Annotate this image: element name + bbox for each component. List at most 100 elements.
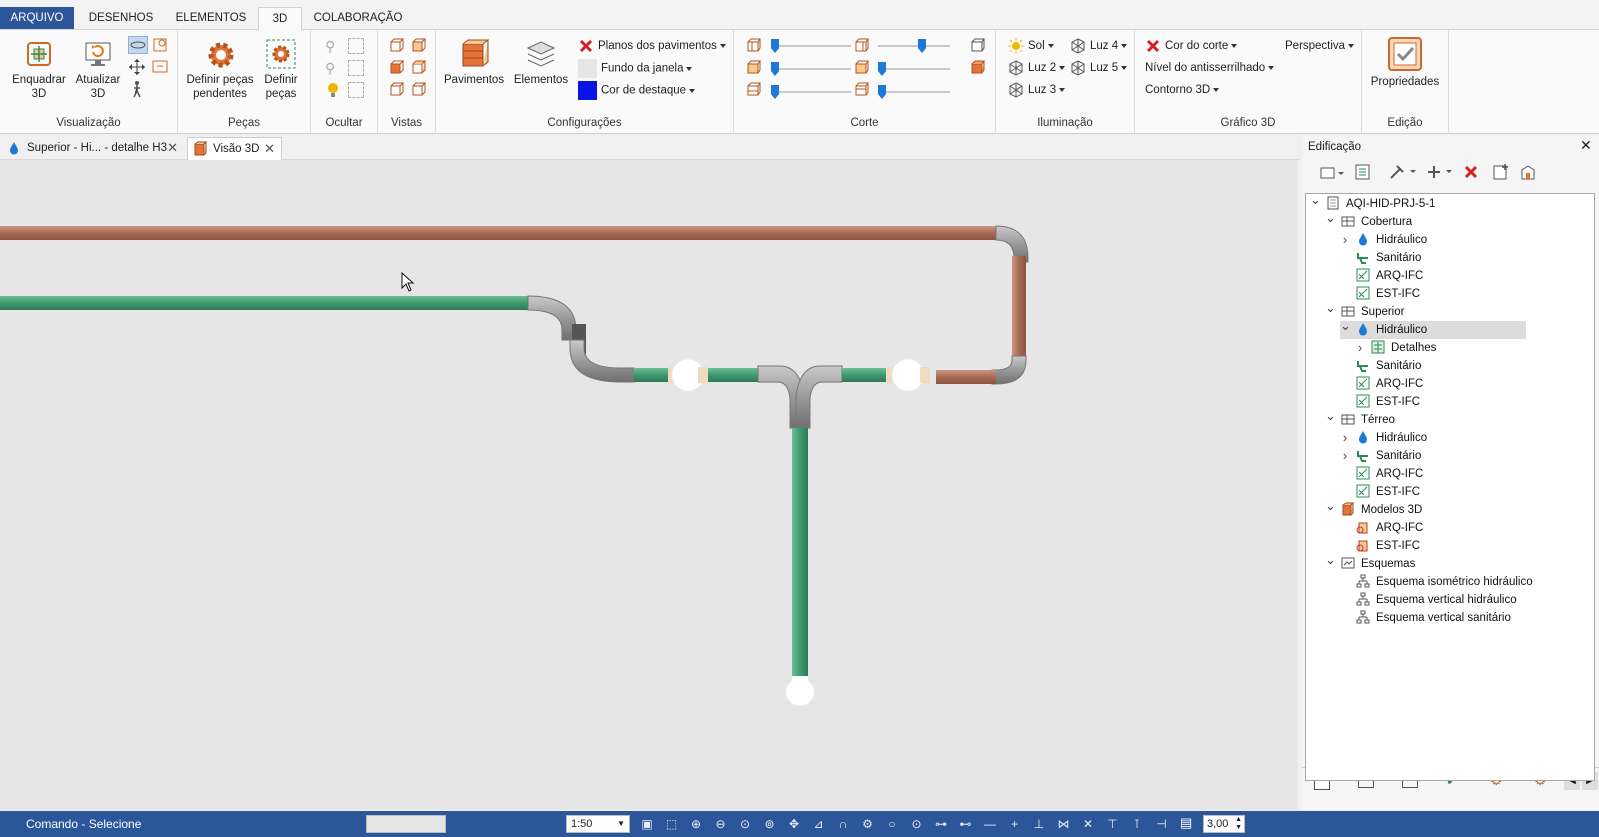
view-right-icon[interactable] [410, 59, 427, 78]
fundo-janela-dropdown[interactable]: Fundo da janela [578, 59, 693, 78]
command-input[interactable] [366, 815, 446, 833]
tree-item[interactable]: EST-IFC [1340, 483, 1420, 501]
planos-pavimentos-dropdown[interactable]: Planos dos pavimentos [578, 37, 726, 55]
tree-item[interactable]: ⌄ Esquemas [1325, 552, 1415, 573]
new-item-dropdown-icon[interactable] [1320, 165, 1346, 184]
atualizar-3d-button[interactable]: Atualizar 3D [70, 38, 126, 101]
tree-item[interactable]: ⌄ Térreo [1325, 408, 1395, 429]
propriedades-button[interactable]: Propriedades [1368, 36, 1442, 89]
elementos-button[interactable]: Elementos [510, 38, 572, 87]
chevron-down-icon[interactable]: ⌄ [1325, 299, 1336, 317]
delete-icon[interactable] [1464, 165, 1478, 182]
tree-item[interactable]: Esquema vertical hidráulico [1340, 591, 1517, 609]
tree-item[interactable]: ⌄ Cobertura [1325, 210, 1412, 231]
tree-item[interactable]: › Hidráulico [1340, 429, 1427, 447]
doc-tab-visao-3d[interactable]: Visão 3D ✕ [187, 137, 282, 160]
gray-elbow-1[interactable] [527, 295, 577, 341]
pipe-model[interactable] [0, 160, 1298, 810]
status-tool-icon[interactable]: ⚙ [861, 817, 875, 831]
hide-bulb-icon[interactable]: ⚲ [325, 38, 341, 54]
show-select-icon[interactable] [348, 60, 364, 76]
view-left-icon[interactable] [388, 59, 405, 78]
copper-pipe-bottom[interactable] [936, 370, 996, 384]
cut-y-min-slider[interactable] [771, 62, 851, 76]
status-tool-icon[interactable]: ⊿ [812, 817, 826, 831]
pan-icon[interactable] [128, 58, 146, 76]
close-icon[interactable]: ✕ [264, 138, 275, 160]
close-icon[interactable]: ✕ [1580, 137, 1592, 154]
view-top-icon[interactable] [388, 37, 405, 56]
register-valve-2[interactable] [891, 358, 925, 392]
enquadrar-3d-button[interactable]: Enquadrar 3D [6, 38, 72, 101]
tree-item[interactable]: › Hidráulico [1340, 231, 1427, 249]
scale-select[interactable]: 1:50 ▼ [566, 815, 630, 833]
line-weight-icon[interactable]: ▤ [1180, 815, 1192, 831]
green-pipe-top[interactable] [0, 296, 528, 310]
status-tool-icon[interactable]: + [1008, 817, 1022, 831]
chevron-right-icon[interactable]: › [1340, 231, 1350, 249]
add-node-icon[interactable] [1426, 163, 1454, 184]
orbit-icon[interactable] [128, 36, 148, 54]
luz5-dropdown[interactable]: Luz 5 [1070, 59, 1128, 77]
cut-y-max-slider[interactable] [878, 62, 950, 76]
export-icon[interactable] [1354, 163, 1372, 184]
tee-right-arm[interactable] [795, 365, 843, 429]
cut-x-max-slider[interactable] [878, 39, 950, 53]
tree-item[interactable]: ⌄ Superior [1325, 300, 1404, 321]
status-tool-icon[interactable]: ✕ [1081, 817, 1095, 831]
new-document-icon[interactable] [1492, 163, 1510, 184]
tree-item[interactable]: EST-IFC [1340, 285, 1420, 303]
green-pipe-segment-2[interactable] [708, 368, 758, 382]
cut-z-max-slider[interactable] [878, 85, 950, 99]
sol-dropdown[interactable]: Sol [1008, 37, 1054, 55]
definir-pecas-button[interactable]: Definir peças [258, 38, 304, 101]
view-iso-icon[interactable] [410, 81, 427, 100]
zoom-extents-icon[interactable] [151, 58, 169, 76]
tree-item[interactable]: ARQ-IFC [1340, 519, 1423, 537]
hide-select-icon[interactable] [348, 38, 364, 54]
cut-x-icon[interactable] [746, 37, 762, 56]
chevron-down-icon[interactable]: ⌄ [1325, 551, 1336, 569]
perspectiva-dropdown[interactable]: Perspectiva [1285, 37, 1355, 55]
status-tool-icon[interactable]: ⊣ [1155, 817, 1169, 831]
cut-z2-icon[interactable] [854, 81, 870, 100]
chevron-down-icon[interactable]: ⌄ [1340, 317, 1351, 335]
copper-elbow-bottom[interactable] [991, 355, 1027, 385]
contorno-3d-dropdown[interactable]: Contorno 3D [1145, 81, 1220, 99]
cut-y-icon[interactable] [746, 59, 762, 78]
cut-x-min-slider[interactable] [771, 39, 851, 53]
cor-corte-dropdown[interactable]: Cor do corte [1145, 37, 1238, 55]
cut-x2-icon[interactable] [854, 37, 870, 56]
tools-icon[interactable] [1388, 163, 1416, 184]
walk-icon[interactable] [128, 80, 146, 98]
status-tool-icon[interactable]: ⊷ [959, 817, 973, 831]
status-tool-icon[interactable]: ○ [885, 817, 899, 831]
3d-viewport[interactable] [0, 160, 1298, 810]
building-tree[interactable]: ⌄ AQI-HID-PRJ-5-1 ⌄ Cobertura › Hidráulico San… [1305, 192, 1595, 781]
status-tool-icon[interactable]: ⋈ [1057, 817, 1071, 831]
isolate-select-icon[interactable] [348, 82, 364, 98]
tab-arquivo[interactable]: ARQUIVO [0, 7, 74, 29]
doc-tab-superior[interactable]: Superior - Hi... - detalhe H3 ✕ [2, 137, 184, 160]
luz3-dropdown[interactable]: Luz 3 [1008, 81, 1066, 99]
cut-y2-icon[interactable] [854, 59, 870, 78]
green-pipe-segment-3[interactable] [842, 368, 886, 382]
green-pipe-segment-1[interactable] [634, 368, 668, 382]
tree-item[interactable]: ⌄ Hidráulico [1340, 318, 1526, 339]
status-tool-icon[interactable]: ✥ [787, 817, 801, 831]
tree-item[interactable]: Esquema isométrico hidráulico [1340, 573, 1533, 591]
status-tool-icon[interactable]: ▣ [640, 817, 654, 831]
tree-item[interactable]: Sanitário [1340, 249, 1421, 267]
lightbulb-icon[interactable] [325, 82, 341, 98]
copper-pipe-vertical[interactable] [1012, 256, 1026, 356]
luz2-dropdown[interactable]: Luz 2 [1008, 59, 1066, 77]
green-pipe-vertical[interactable] [792, 428, 808, 680]
status-tool-icon[interactable]: ⊕ [689, 817, 703, 831]
building-settings-icon[interactable] [1520, 163, 1538, 184]
status-tool-icon[interactable]: ⊙ [738, 817, 752, 831]
status-tool-icon[interactable]: ⬚ [665, 817, 679, 831]
luz4-dropdown[interactable]: Luz 4 [1070, 37, 1128, 55]
cor-destaque-dropdown[interactable]: Cor de destaque [578, 81, 696, 100]
status-tool-icon[interactable]: ⊚ [763, 817, 777, 831]
cut-solid-icon[interactable] [970, 59, 986, 78]
